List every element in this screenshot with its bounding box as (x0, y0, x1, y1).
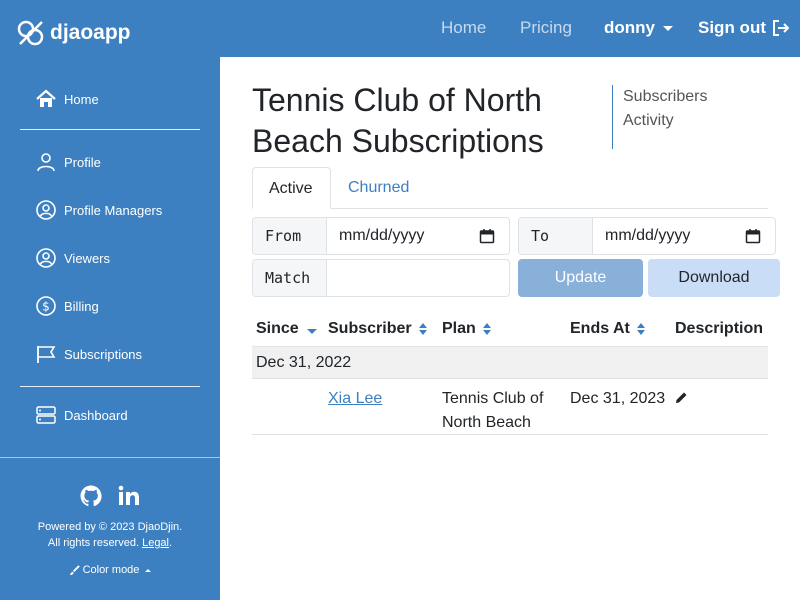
sidebar-item-viewers[interactable]: Viewers (35, 247, 110, 269)
github-icon[interactable] (79, 484, 103, 508)
nav-pricing-link[interactable]: Pricing (520, 18, 572, 38)
sidebar-item-dashboard[interactable]: Dashboard (35, 404, 128, 426)
sidebar-item-home[interactable]: Home (35, 88, 99, 110)
server-icon (36, 406, 56, 424)
svg-text:$: $ (42, 300, 50, 314)
sort-icon (418, 323, 427, 335)
brush-icon (69, 564, 80, 575)
flag-icon (37, 346, 56, 363)
page-side-nav: Subscribers Activity (612, 85, 707, 149)
signout-label: Sign out (698, 18, 766, 37)
column-label: Description (675, 320, 764, 337)
sidebar-item-label: Home (64, 91, 99, 107)
sidebar-divider (20, 129, 200, 130)
subscriber-link[interactable]: Xia Lee (328, 387, 382, 411)
dollar-circle-icon: $ (36, 296, 56, 316)
from-label: From (253, 218, 327, 254)
subscribers-link[interactable]: Subscribers (623, 85, 707, 109)
sidebar-item-label: Viewers (64, 250, 111, 266)
sidebar-item-label: Profile Managers (64, 202, 163, 218)
sidebar-divider (20, 386, 200, 387)
sort-icon (636, 323, 645, 335)
period-text: . (169, 537, 173, 549)
tab-active[interactable]: Active (252, 167, 331, 209)
match-group: Match (252, 259, 510, 297)
color-mode-label: Color mode (82, 564, 140, 576)
group-date: Dec 31, 2022 (256, 354, 352, 371)
brand-name: djaoapp (50, 21, 131, 44)
legal-link[interactable]: Legal (142, 537, 169, 549)
table-row: Xia Lee Tennis Club of North Beach Dec 3… (252, 378, 768, 435)
person-circle-icon (36, 248, 56, 268)
sidebar-item-label: Subscriptions (64, 346, 143, 362)
home-icon (36, 89, 56, 107)
sidebar-item-billing[interactable]: $ Billing (35, 295, 99, 317)
from-date-group: From mm/dd/yyyy (252, 217, 510, 255)
social-links (0, 484, 220, 508)
sidebar: Home Profile Profile Managers Viewers $ … (0, 57, 220, 600)
person-circle-icon (36, 200, 56, 220)
linkedin-icon[interactable] (117, 484, 141, 508)
djaoapp-logo-icon (17, 20, 44, 46)
top-navbar: djaoapp Home Pricing donny Sign out (0, 0, 800, 57)
person-icon (37, 153, 55, 172)
powered-line-2: All rights reserved. Legal. (0, 535, 220, 551)
column-label: Subscriber (328, 320, 412, 337)
from-date-value: mm/dd/yyyy (339, 227, 425, 244)
page-title: Tennis Club of North Beach Subscriptions (252, 82, 544, 159)
plan-cell: Tennis Club of North Beach (442, 390, 544, 431)
to-label: To (519, 218, 593, 254)
sort-icon (482, 323, 491, 335)
pencil-icon[interactable] (674, 391, 688, 405)
color-mode-toggle[interactable]: Color mode (0, 564, 220, 576)
column-header-description: Description (675, 320, 763, 338)
sign-out-icon (772, 20, 790, 36)
sidebar-item-label: Dashboard (64, 407, 128, 423)
sidebar-item-subscriptions[interactable]: Subscriptions (35, 343, 142, 365)
brand-logo[interactable]: djaoapp (16, 18, 131, 48)
calendar-icon[interactable] (479, 228, 495, 244)
sort-down-icon (306, 328, 317, 334)
powered-by-text: Powered by © 2023 DjaoDjin. All rights r… (0, 519, 220, 551)
match-label: Match (253, 260, 327, 296)
powered-line-1: Powered by © 2023 DjaoDjin. (37, 521, 183, 533)
tab-churned[interactable]: Churned (332, 167, 425, 209)
subscription-tabs: Active Churned (252, 167, 768, 209)
to-date-group: To mm/dd/yyyy (518, 217, 776, 255)
column-label: Ends At (570, 320, 630, 337)
sidebar-item-profile[interactable]: Profile (35, 151, 101, 173)
chevron-up-icon (145, 568, 152, 572)
column-header-ends-at[interactable]: Ends At (570, 320, 646, 338)
activity-link[interactable]: Activity (623, 109, 707, 133)
sidebar-item-label: Profile (64, 154, 101, 170)
column-header-plan[interactable]: Plan (442, 320, 492, 338)
rights-text: All rights reserved. (47, 537, 140, 549)
sidebar-item-label: Billing (64, 298, 99, 314)
column-header-subscriber[interactable]: Subscriber (328, 320, 428, 338)
column-header-since[interactable]: Since (256, 320, 317, 338)
to-date-value: mm/dd/yyyy (605, 227, 691, 244)
ends-at-cell: Dec 31, 2023 (570, 390, 666, 407)
from-date-input[interactable]: mm/dd/yyyy (327, 218, 509, 254)
calendar-icon[interactable] (745, 228, 761, 244)
sidebar-item-profile-managers[interactable]: Profile Managers (35, 199, 162, 221)
column-label: Plan (442, 320, 476, 337)
chevron-down-icon (663, 25, 673, 31)
sidebar-footer: Powered by © 2023 DjaoDjin. All rights r… (0, 457, 220, 600)
user-name: donny (604, 18, 655, 37)
signout-link[interactable]: Sign out (698, 18, 790, 38)
column-label: Since (256, 320, 299, 337)
download-button[interactable]: Download (648, 259, 780, 297)
update-button[interactable]: Update (518, 259, 643, 297)
to-date-input[interactable]: mm/dd/yyyy (593, 218, 775, 254)
match-input[interactable] (327, 260, 509, 296)
nav-home-link[interactable]: Home (441, 18, 486, 38)
user-menu-dropdown[interactable]: donny (604, 18, 673, 38)
table-group-row: Dec 31, 2022 (252, 346, 768, 378)
